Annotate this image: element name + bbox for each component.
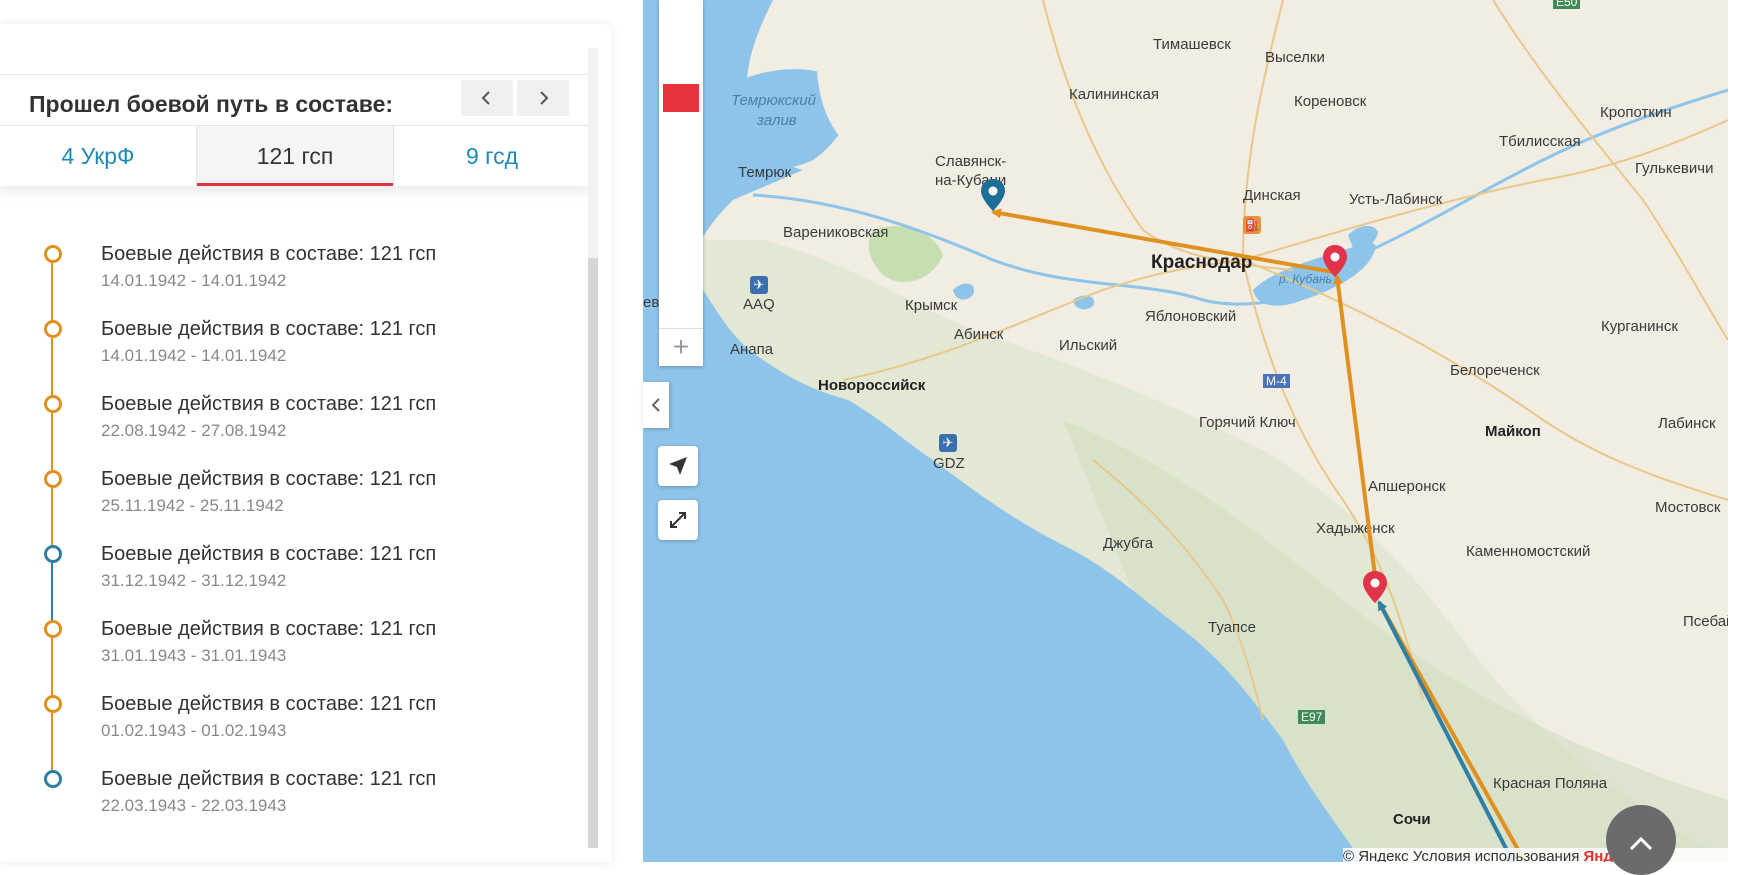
timeline-item-date: 25.11.1942 - 25.11.1942	[101, 496, 284, 515]
timeline-dot-icon	[44, 545, 62, 563]
timeline-dot-icon	[44, 770, 62, 788]
panel-title: Прошел боевой путь в составе:	[29, 91, 394, 117]
color-swatch-selected[interactable]	[663, 84, 699, 112]
timeline-item-title: Боевые действия в составе: 121 гсп	[101, 393, 437, 415]
zoom-in-button[interactable]: +	[659, 328, 703, 365]
timeline-item-date: 22.08.1942 - 27.08.1942	[101, 421, 287, 440]
scroll-up-button[interactable]	[1606, 805, 1676, 875]
navigation-arrow-icon	[669, 457, 687, 475]
list-item[interactable]: Боевые действия в составе: 121 гсп 14.01.…	[0, 232, 560, 307]
timeline-item-date: 14.01.1942 - 14.01.1942	[101, 346, 287, 365]
timeline-item-date: 31.12.1942 - 31.12.1942	[101, 571, 287, 590]
prev-button[interactable]	[461, 80, 513, 116]
timeline-item-date: 31.01.1943 - 31.01.1943	[101, 646, 287, 665]
timeline-item-title: Боевые действия в составе: 121 гсп	[101, 693, 437, 715]
fullscreen-button[interactable]	[658, 500, 698, 540]
next-button[interactable]	[517, 80, 569, 116]
map-right-edge	[1728, 0, 1762, 862]
list-item[interactable]: Боевые действия в составе: 121 гсп 31.12.…	[0, 532, 560, 607]
timeline-dot-icon	[44, 245, 62, 263]
timeline-item-title: Боевые действия в составе: 121 гсп	[101, 468, 437, 490]
collapse-panel-button[interactable]	[643, 382, 669, 428]
unit-tabs: 4 УкрФ 121 гсп 9 гсд	[0, 125, 590, 186]
timeline-dot-icon	[44, 320, 62, 338]
map[interactable]: Тимашевск Выселки Калининская Кореновск …	[643, 0, 1728, 862]
timeline-item-title: Боевые действия в составе: 121 гсп	[101, 243, 437, 265]
expand-icon	[670, 512, 686, 528]
list-item[interactable]: Боевые действия в составе: 121 гсп 14.01.…	[0, 307, 560, 382]
tab-9-gsd[interactable]: 9 гсд	[394, 126, 590, 186]
red-map-pin-icon[interactable]	[1363, 571, 1387, 603]
chevron-left-icon	[481, 91, 490, 105]
route-overlay	[991, 208, 1527, 862]
timeline-item-date: 22.03.1943 - 22.03.1943	[101, 796, 287, 815]
timeline-item-title: Боевые действия в составе: 121 гсп	[101, 618, 437, 640]
geolocation-button[interactable]	[658, 446, 698, 486]
color-swatch[interactable]	[663, 6, 699, 34]
route-segment-orange	[1333, 274, 1377, 577]
chevron-right-icon	[540, 91, 549, 105]
scrollbar-thumb[interactable]	[588, 258, 598, 848]
color-swatch[interactable]	[663, 44, 699, 72]
color-palette: +	[659, 0, 703, 366]
timeline-item-title: Боевые действия в составе: 121 гсп	[101, 768, 437, 790]
color-swatch[interactable]	[663, 198, 699, 226]
list-item[interactable]: Боевые действия в составе: 121 гсп 22.08.…	[0, 382, 560, 457]
red-map-pin-icon[interactable]	[1323, 245, 1347, 277]
route-segment-blue	[1377, 600, 1515, 862]
list-item[interactable]: Боевые действия в составе: 121 гсп 31.01.…	[0, 607, 560, 682]
blue-map-pin-icon[interactable]	[981, 179, 1005, 211]
chevron-left-icon	[651, 398, 660, 412]
route-segment-orange	[991, 208, 1334, 274]
list-item[interactable]: Боевые действия в составе: 121 гсп 01.02.…	[0, 682, 560, 757]
timeline-item-title: Боевые действия в составе: 121 гсп	[101, 543, 437, 565]
chevron-up-icon	[1629, 836, 1653, 851]
color-swatch[interactable]	[663, 160, 699, 188]
color-swatch[interactable]	[663, 274, 699, 302]
timeline-dot-icon	[44, 470, 62, 488]
list-item[interactable]: Боевые действия в составе: 121 гсп 22.03.…	[0, 757, 560, 832]
timeline-dot-icon	[44, 395, 62, 413]
copyright-text[interactable]: © Яндекс Условия использования	[1343, 848, 1579, 862]
list-item[interactable]: Боевые действия в составе: 121 гсп 25.11.…	[0, 457, 560, 532]
timeline-item-date: 14.01.1942 - 14.01.1942	[101, 271, 287, 290]
timeline-dot-icon	[44, 695, 62, 713]
tab-4-ukrf[interactable]: 4 УкрФ	[0, 126, 196, 186]
color-swatch[interactable]	[663, 236, 699, 264]
timeline-dot-icon	[44, 620, 62, 638]
color-swatch[interactable]	[663, 122, 699, 150]
timeline-item-title: Боевые действия в составе: 121 гсп	[101, 318, 437, 340]
tab-121-gsp[interactable]: 121 гсп	[196, 126, 394, 186]
timeline-item-date: 01.02.1943 - 01.02.1943	[101, 721, 287, 740]
